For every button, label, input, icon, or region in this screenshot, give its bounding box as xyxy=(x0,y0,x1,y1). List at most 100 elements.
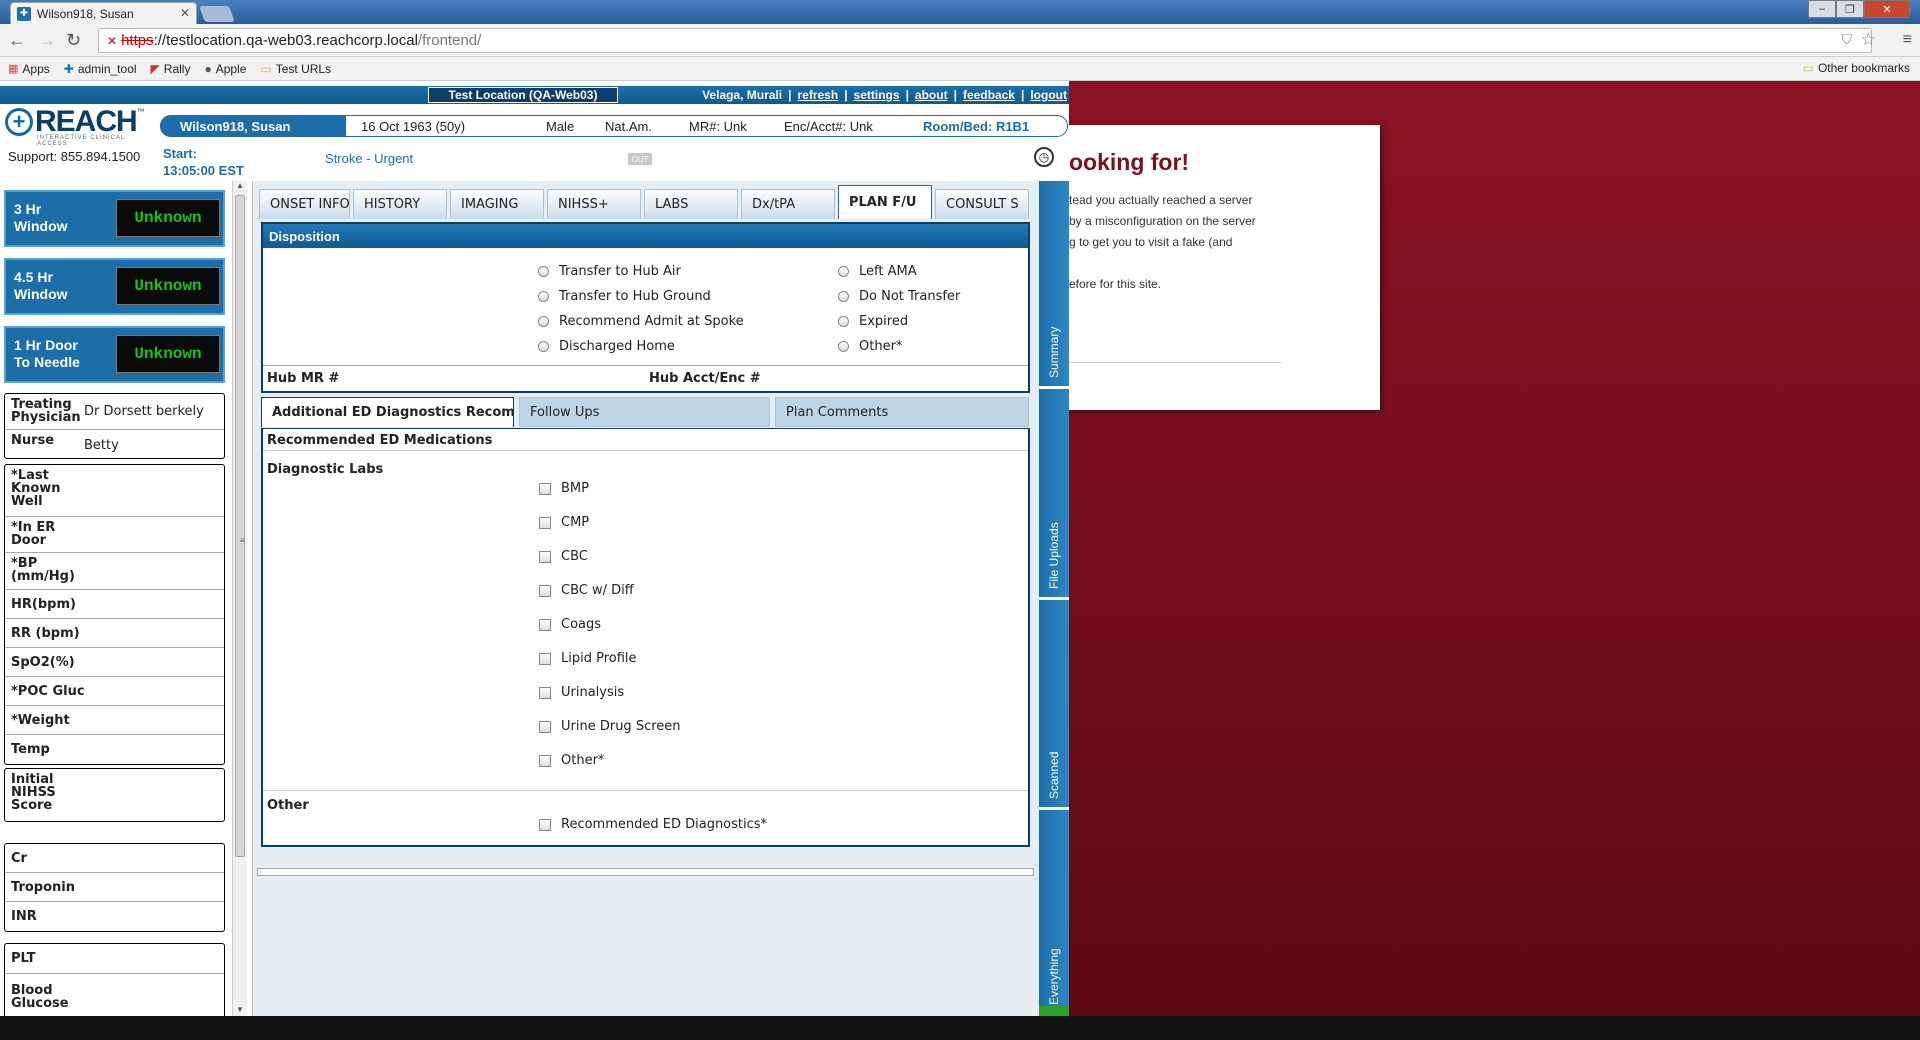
plt-row[interactable]: PLT xyxy=(5,944,224,974)
bookmark-other[interactable]: ▭ Other bookmarks xyxy=(1803,61,1910,75)
er-door-row[interactable]: *In ER Door xyxy=(5,517,224,553)
checkbox[interactable] xyxy=(539,652,551,665)
hr-row[interactable]: HR(bpm) xyxy=(5,590,224,619)
blood-glucose-row[interactable]: Blood Glucose xyxy=(5,974,224,1014)
vtab-scanned[interactable]: Scanned xyxy=(1039,600,1069,810)
menu-icon[interactable]: ≡ xyxy=(1903,31,1912,49)
bookmark-apple[interactable]: ● Apple xyxy=(204,62,246,76)
checkbox[interactable] xyxy=(539,618,551,631)
check-lipid-profile[interactable]: Lipid Profile xyxy=(539,651,637,666)
checkbox[interactable] xyxy=(539,550,551,563)
browser-tab[interactable]: ✚ Wilson918, Susan ✕ xyxy=(10,2,197,24)
subtab-additional-diagnostics[interactable]: Additional ED Diagnostics Recomme xyxy=(261,397,514,427)
nurse-row[interactable]: Nurse Betty xyxy=(5,430,224,458)
scroll-up-icon[interactable]: ▲ xyxy=(236,181,244,190)
tab-consult[interactable]: CONSULT S xyxy=(935,189,1029,219)
check-recommended-diagnostics[interactable]: Recommended ED Diagnostics* xyxy=(539,817,767,832)
cr-row[interactable]: Cr xyxy=(5,844,224,873)
checkbox[interactable] xyxy=(539,686,551,699)
minimize-button[interactable]: – xyxy=(1808,0,1836,18)
maximize-button[interactable]: ❐ xyxy=(1836,0,1864,18)
radio-button[interactable] xyxy=(538,266,549,277)
tab-nihss[interactable]: NIHSS+ xyxy=(547,189,641,219)
vtab-summary[interactable]: Summary xyxy=(1039,181,1069,389)
radio-button[interactable] xyxy=(538,291,549,302)
physician-row[interactable]: Treating Physician Dr Dorsett berkely xyxy=(5,394,224,430)
scroll-down-icon[interactable]: ▼ xyxy=(236,1005,244,1014)
tab-onset-info[interactable]: ONSET INFO xyxy=(259,189,350,219)
back-arrow-icon[interactable]: ← xyxy=(8,30,26,51)
spo2-row[interactable]: SpO2(%) xyxy=(5,648,224,677)
checkbox[interactable] xyxy=(539,516,551,529)
radio-expired[interactable]: Expired xyxy=(838,314,908,329)
check-coags[interactable]: Coags xyxy=(539,617,601,632)
radio-button[interactable] xyxy=(538,341,549,352)
settings-link[interactable]: settings xyxy=(854,88,900,102)
radio-other[interactable]: Other* xyxy=(838,339,902,354)
url-input[interactable]: ✕ https ://testlocation.qa-web03.reachco… xyxy=(98,28,1872,53)
troponin-row[interactable]: Troponin xyxy=(5,873,224,902)
radio-do-not-transfer[interactable]: Do Not Transfer xyxy=(838,289,960,304)
check-urinalysis[interactable]: Urinalysis xyxy=(539,685,624,700)
feedback-link[interactable]: feedback xyxy=(963,88,1015,102)
bookmark-rally[interactable]: ◤ Rally xyxy=(151,62,191,76)
radio-button[interactable] xyxy=(838,316,849,327)
tab-labs[interactable]: LABS xyxy=(644,189,738,219)
radio-left-ama[interactable]: Left AMA xyxy=(838,264,917,279)
close-window-button[interactable]: ✕ xyxy=(1864,0,1910,18)
sidebar-scrollbar[interactable]: ▲ ≡ ▼ xyxy=(232,181,247,1016)
medications-input-line[interactable] xyxy=(538,450,1028,451)
bookmark-test-urls[interactable]: ▭ Test URLs xyxy=(260,62,331,76)
tab-imaging[interactable]: IMAGING xyxy=(450,189,544,219)
radio-button[interactable] xyxy=(538,316,549,327)
scrollbar-thumb[interactable]: ≡ xyxy=(235,195,245,857)
check-cmp[interactable]: CMP xyxy=(539,515,589,530)
radio-button[interactable] xyxy=(838,291,849,302)
check-bmp[interactable]: BMP xyxy=(539,481,589,496)
temp-row[interactable]: Temp xyxy=(5,735,224,764)
checkbox[interactable] xyxy=(539,754,551,767)
checkbox[interactable] xyxy=(539,584,551,597)
check-urine-drug-screen[interactable]: Urine Drug Screen xyxy=(539,719,681,734)
about-link[interactable]: about xyxy=(915,88,948,102)
shield-icon[interactable]: ⛉ xyxy=(1842,31,1853,48)
subtab-plan-comments[interactable]: Plan Comments xyxy=(775,397,1029,427)
check-cbc[interactable]: CBC xyxy=(539,549,588,564)
inr-row[interactable]: INR xyxy=(5,902,224,931)
radio-transfer-hub-ground[interactable]: Transfer to Hub Ground xyxy=(538,289,711,304)
check-cbc-diff[interactable]: CBC w/ Diff xyxy=(539,583,634,598)
bookmark-apps[interactable]: ▦ Apps xyxy=(8,62,50,76)
radio-transfer-hub-air[interactable]: Transfer to Hub Air xyxy=(538,264,681,279)
checkbox[interactable] xyxy=(539,720,551,733)
nurse-value: Betty xyxy=(84,438,119,453)
vtab-everything[interactable]: Everything xyxy=(1039,810,1069,1016)
checkbox[interactable] xyxy=(539,482,551,495)
subtab-follow-ups[interactable]: Follow Ups xyxy=(519,397,770,427)
main-content: ONSET INFO HISTORY IMAGING NIHSS+ LABS D… xyxy=(252,181,1039,1016)
bp-row[interactable]: *BP (mm/Hg) xyxy=(5,553,224,590)
radio-discharged-home[interactable]: Discharged Home xyxy=(538,339,675,354)
bookmark-star-icon[interactable]: ☆ xyxy=(1861,30,1876,50)
logout-link[interactable]: logout xyxy=(1030,88,1067,102)
poc-gluc-row[interactable]: *POC Gluc xyxy=(5,677,224,706)
tab-history[interactable]: HISTORY xyxy=(353,189,447,219)
refresh-link[interactable]: refresh xyxy=(798,88,839,102)
reload-icon[interactable]: ↻ xyxy=(66,30,81,51)
radio-button[interactable] xyxy=(838,266,849,277)
check-other-lab[interactable]: Other* xyxy=(539,753,604,768)
bookmark-admin-tool[interactable]: ✚ admin_tool xyxy=(64,62,137,76)
last-known-well-row[interactable]: *Last Known Well xyxy=(5,465,224,517)
nihss-row[interactable]: Initial NIHSS Score xyxy=(5,769,224,821)
tab-dx-tpa[interactable]: Dx/tPA xyxy=(741,189,835,219)
checkbox[interactable] xyxy=(539,818,551,831)
forward-arrow-icon[interactable]: → xyxy=(38,30,56,51)
vtab-file-uploads[interactable]: File Uploads xyxy=(1039,389,1069,600)
rr-row[interactable]: RR (bpm) xyxy=(5,619,224,648)
radio-admit-spoke[interactable]: Recommend Admit at Spoke xyxy=(538,314,744,329)
tab-plan-fu[interactable]: PLAN F/U xyxy=(838,185,932,219)
weight-row[interactable]: *Weight xyxy=(5,706,224,735)
clock-icon[interactable]: ◷ xyxy=(1034,147,1054,167)
radio-button[interactable] xyxy=(838,341,849,352)
close-tab-icon[interactable]: ✕ xyxy=(180,6,190,20)
new-tab-button[interactable] xyxy=(199,6,235,22)
